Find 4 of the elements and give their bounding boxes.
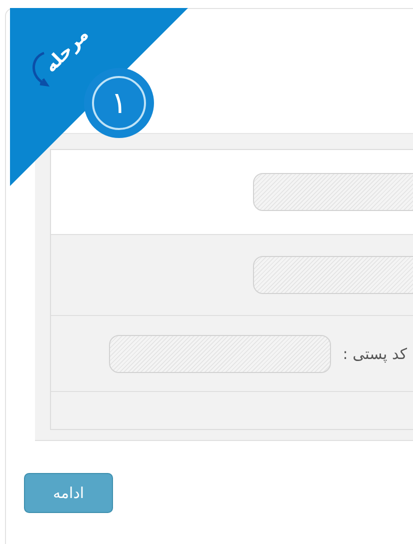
step-label: مرحله [40, 24, 94, 77]
step-number: ١ [92, 76, 146, 130]
continue-button[interactable]: ادامه [24, 473, 113, 513]
field-label: کد پستی : [342, 344, 407, 362]
